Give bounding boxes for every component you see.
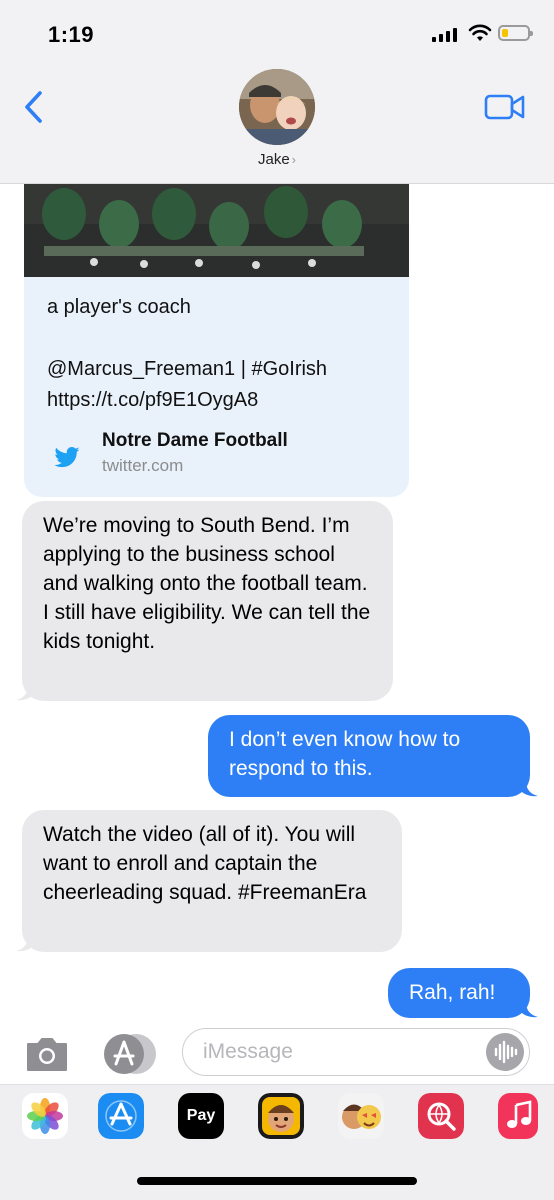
wifi-icon [468, 24, 492, 41]
contact-avatar[interactable] [239, 69, 315, 145]
apple-pay-label: Pay [186, 1107, 216, 1124]
memoji-icon[interactable] [258, 1093, 304, 1139]
outgoing-bubble-tail [520, 1002, 538, 1018]
link-preview-text: a player's coach @Marcus_Freeman1 | #GoI… [47, 296, 328, 411]
incoming-bubble-tail [16, 685, 34, 701]
camera-icon[interactable] [24, 1034, 70, 1074]
apple-pay-icon[interactable]: Pay [178, 1093, 224, 1139]
cellular-signal-icon [432, 28, 457, 42]
outgoing-message-bubble[interactable]: Rah, rah! [388, 968, 530, 1018]
photos-icon[interactable] [22, 1093, 68, 1139]
audio-message-icon[interactable] [486, 1033, 524, 1071]
outgoing-bubble-tail [520, 781, 538, 797]
link-preview-card[interactable]: a player's coach @Marcus_Freeman1 | #GoI… [24, 184, 409, 497]
compose-bar: iMessage [0, 1024, 554, 1084]
app-store-icon[interactable] [98, 1093, 144, 1139]
link-source-domain: twitter.com [102, 456, 184, 475]
back-chevron-icon[interactable] [22, 90, 46, 124]
message-text: Rah, rah! [409, 981, 496, 1004]
incoming-bubble-tail [16, 936, 34, 952]
message-text: Watch the video (all of it). You will wa… [43, 823, 367, 904]
message-text: I don’t even know how to respond to this… [229, 728, 461, 780]
message-list[interactable]: a player's coach @Marcus_Freeman1 | #GoI… [0, 184, 554, 1024]
app-store-drawer-icon[interactable] [102, 1032, 158, 1076]
facetime-video-icon[interactable] [484, 92, 526, 122]
incoming-message-bubble[interactable]: We’re moving to South Bend. I’m applying… [22, 501, 393, 701]
web-search-icon[interactable] [418, 1093, 464, 1139]
music-icon[interactable] [498, 1093, 538, 1139]
outgoing-message-bubble[interactable]: I don’t even know how to respond to this… [208, 715, 530, 797]
link-preview-image[interactable] [24, 184, 409, 277]
message-text: We’re moving to South Bend. I’m applying… [43, 514, 371, 653]
link-source-title: Notre Dame Football [102, 430, 288, 451]
contact-name-row[interactable]: Jake › [0, 151, 554, 168]
conversation-header: 1:19 Jake › [0, 0, 554, 184]
animoji-stickers-icon[interactable] [338, 1093, 384, 1139]
link-preview-source[interactable]: Notre Dame Football twitter.com [52, 428, 288, 478]
home-indicator[interactable] [137, 1177, 417, 1185]
incoming-message-bubble[interactable]: Watch the video (all of it). You will wa… [22, 810, 402, 952]
battery-icon [498, 25, 533, 41]
message-input-placeholder: iMessage [203, 1040, 293, 1063]
status-time: 1:19 [48, 22, 95, 47]
message-input[interactable]: iMessage [182, 1028, 530, 1076]
twitter-bird-icon [54, 447, 80, 468]
contact-name[interactable]: Jake [258, 151, 290, 168]
contact-chevron-icon: › [291, 152, 297, 167]
